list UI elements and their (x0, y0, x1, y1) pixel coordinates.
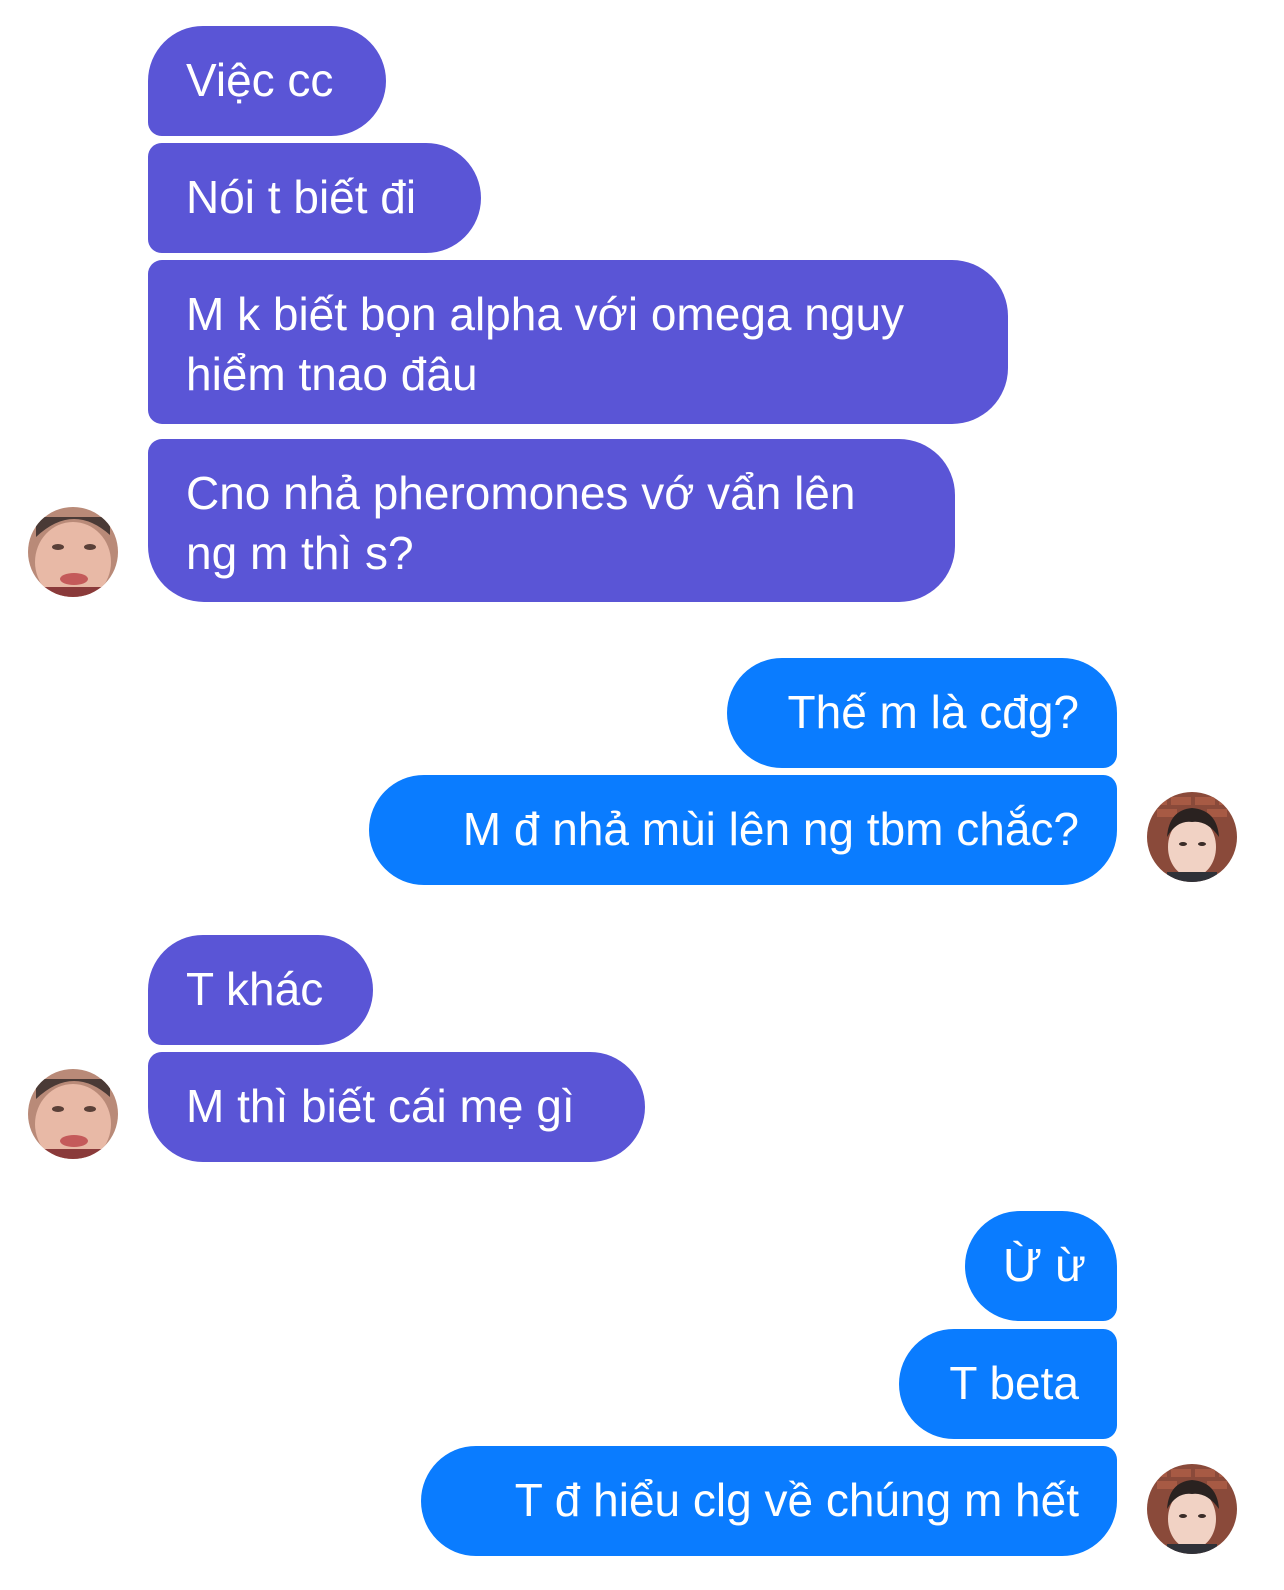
message-bubble-incoming[interactable]: M k biết bọn alpha với omega nguy hiểm t… (148, 260, 1008, 424)
message-bubble-incoming[interactable]: T khác (148, 935, 373, 1045)
message-bubble-outgoing[interactable]: M đ nhả mùi lên ng tbm chắc? (369, 775, 1117, 885)
contact-avatar[interactable] (28, 1069, 118, 1159)
message-bubble-incoming[interactable]: Nói t biết đi (148, 143, 481, 253)
user-avatar[interactable] (1147, 1464, 1237, 1554)
face-photo-icon (1147, 792, 1237, 882)
face-photo-icon (28, 1069, 118, 1159)
message-bubble-outgoing[interactable]: T beta (899, 1329, 1117, 1439)
message-bubble-outgoing[interactable]: T đ hiểu clg về chúng m hết (421, 1446, 1117, 1556)
message-bubble-incoming[interactable]: Việc cc (148, 26, 386, 136)
message-bubble-incoming[interactable]: Cno nhả pheromones vớ vẩn lên ng m thì s… (148, 439, 955, 602)
user-avatar[interactable] (1147, 792, 1237, 882)
message-bubble-outgoing[interactable]: Thế m là cđg? (727, 658, 1117, 768)
face-photo-icon (28, 507, 118, 597)
contact-avatar[interactable] (28, 507, 118, 597)
face-photo-icon (1147, 1464, 1237, 1554)
message-bubble-outgoing[interactable]: Ừ ừ (965, 1211, 1117, 1321)
message-bubble-incoming[interactable]: M thì biết cái mẹ gì (148, 1052, 645, 1162)
